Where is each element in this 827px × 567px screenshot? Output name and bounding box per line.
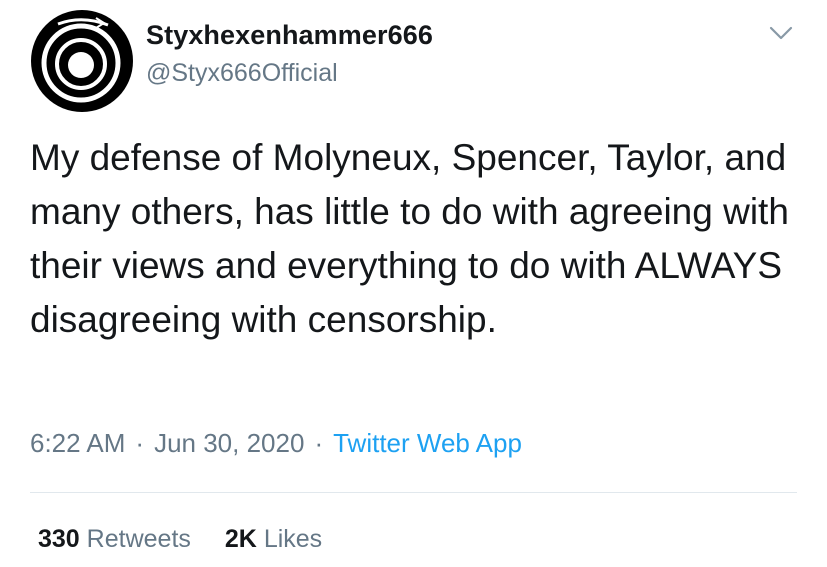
tweet-text: My defense of Molyneux, Spencer, Taylor,… [30,137,789,340]
retweets-count: 330 [38,525,80,553]
tweet-time[interactable]: 6:22 AM [30,428,125,458]
user-handle[interactable]: @Styx666Official [146,59,338,88]
tweet-source-link[interactable]: Twitter Web App [333,428,522,458]
retweets-stat[interactable]: 330 Retweets [38,525,191,553]
retweets-label: Retweets [86,525,191,553]
display-name[interactable]: Styxhexenhammer666 [146,20,433,51]
tweet-meta: 6:22 AM · Jun 30, 2020 · Twitter Web App [30,428,522,459]
likes-count: 2K [224,525,257,553]
likes-label: Likes [263,525,323,553]
separator-dot: · [135,428,145,458]
tweet-date[interactable]: Jun 30, 2020 [154,428,304,458]
chevron-down-icon[interactable] [768,24,794,42]
avatar[interactable] [30,9,134,113]
separator-dot: · [314,428,324,458]
tweet-stats: 330 Retweets 2K Likes [38,525,322,554]
likes-stat[interactable]: 2K Likes [225,525,322,553]
avatar-logo-icon [31,10,133,112]
divider [30,492,797,493]
